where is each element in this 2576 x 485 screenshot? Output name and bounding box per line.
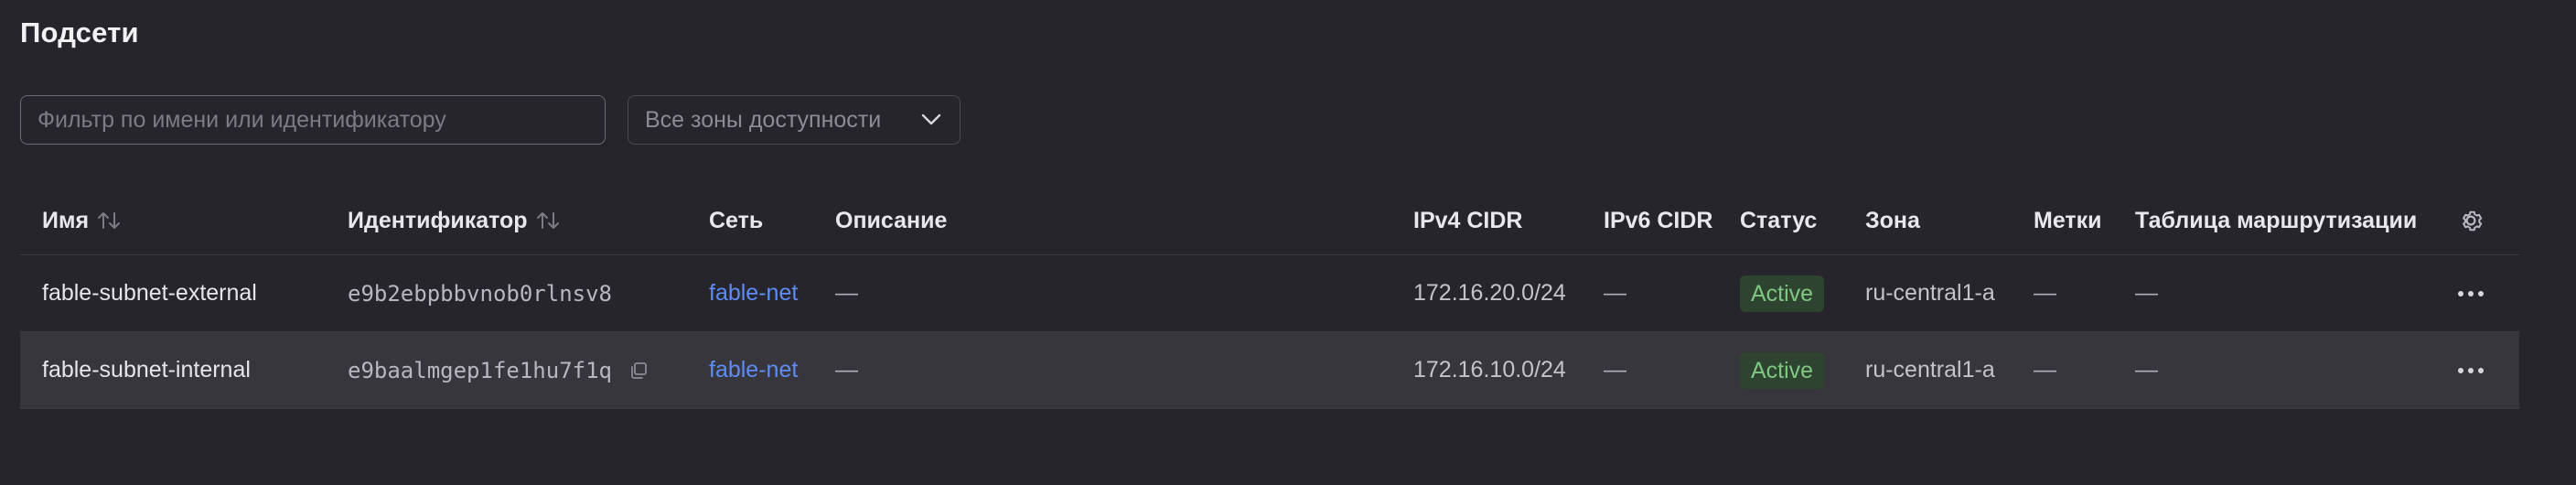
subnet-ipv6: — — [1604, 357, 1626, 383]
column-header-description: Описание — [835, 207, 948, 233]
column-header-network: Сеть — [709, 207, 764, 233]
column-header-labels: Метки — [2034, 207, 2102, 233]
subnets-table: Имя Идентификатор Сеть Описание IPv4 CID… — [20, 187, 2519, 409]
column-header-label: Имя — [42, 207, 90, 233]
status-cell: Active — [1740, 332, 1825, 408]
column-header-id[interactable]: Идентификатор — [348, 187, 561, 254]
status-badge: Active — [1740, 351, 1825, 389]
page-title: Подсети — [20, 16, 139, 48]
copy-icon[interactable] — [628, 361, 649, 381]
network-link[interactable]: fable-net — [709, 332, 798, 408]
zone-select-label: Все зоны доступности — [645, 106, 882, 133]
subnet-labels: — — [2034, 357, 2056, 383]
subnet-ipv6: — — [1604, 280, 1626, 306]
more-horizontal-icon[interactable] — [2457, 367, 2485, 374]
status-badge: Active — [1740, 275, 1825, 312]
subnet-description: — — [835, 357, 858, 383]
network-link[interactable]: fable-net — [709, 255, 798, 331]
column-header-status: Статус — [1740, 207, 1818, 233]
row-actions-button[interactable] — [2457, 332, 2485, 408]
subnet-labels: — — [2034, 280, 2056, 306]
table-settings-button[interactable] — [2457, 187, 2485, 254]
column-header-route-table: Таблица маршрутизации — [2135, 207, 2418, 233]
subnet-description: — — [835, 280, 858, 306]
table-row[interactable]: fable-subnet-external e9b2ebpbbvnob0rlns… — [20, 255, 2519, 332]
column-header-ipv6: IPv6 CIDR — [1604, 207, 1713, 233]
subnet-id: e9b2ebpbbvnob0rlnsv8 — [348, 280, 612, 307]
sort-arrows-icon[interactable] — [96, 210, 122, 232]
zone-select[interactable]: Все зоны доступности — [628, 95, 961, 145]
table-header-row: Имя Идентификатор Сеть Описание IPv4 CID… — [20, 187, 2519, 255]
more-horizontal-icon[interactable] — [2457, 290, 2485, 297]
subnet-zone: ru-central1-a — [1865, 357, 1995, 383]
subnet-name[interactable]: fable-subnet-internal — [42, 332, 251, 408]
sort-arrows-icon[interactable] — [535, 210, 561, 232]
subnet-zone: ru-central1-a — [1865, 280, 1995, 306]
column-header-ipv4: IPv4 CIDR — [1413, 207, 1523, 233]
subnet-id: e9baalmgep1fe1hu7f1q — [348, 357, 612, 383]
chevron-down-icon — [919, 108, 943, 132]
row-actions-button[interactable] — [2457, 255, 2485, 331]
subnet-ipv4: 172.16.10.0/24 — [1413, 357, 1566, 383]
table-row[interactable]: fable-subnet-internal e9baalmgep1fe1hu7f… — [20, 332, 2519, 409]
subnets-page: Подсети Все зоны доступности Имя Идентиф… — [0, 0, 2576, 485]
subnet-ipv4: 172.16.20.0/24 — [1413, 280, 1566, 306]
subnet-route-table: — — [2135, 357, 2158, 383]
search-input[interactable] — [20, 95, 606, 145]
column-header-label: Идентификатор — [348, 207, 528, 233]
status-cell: Active — [1740, 255, 1825, 331]
subnet-id-cell: e9baalmgep1fe1hu7f1q — [348, 332, 649, 408]
column-header-zone: Зона — [1865, 207, 1920, 233]
subnet-name[interactable]: fable-subnet-external — [42, 255, 257, 331]
column-header-name[interactable]: Имя — [42, 187, 122, 254]
gear-icon[interactable] — [2457, 207, 2485, 234]
subnet-route-table: — — [2135, 280, 2158, 306]
